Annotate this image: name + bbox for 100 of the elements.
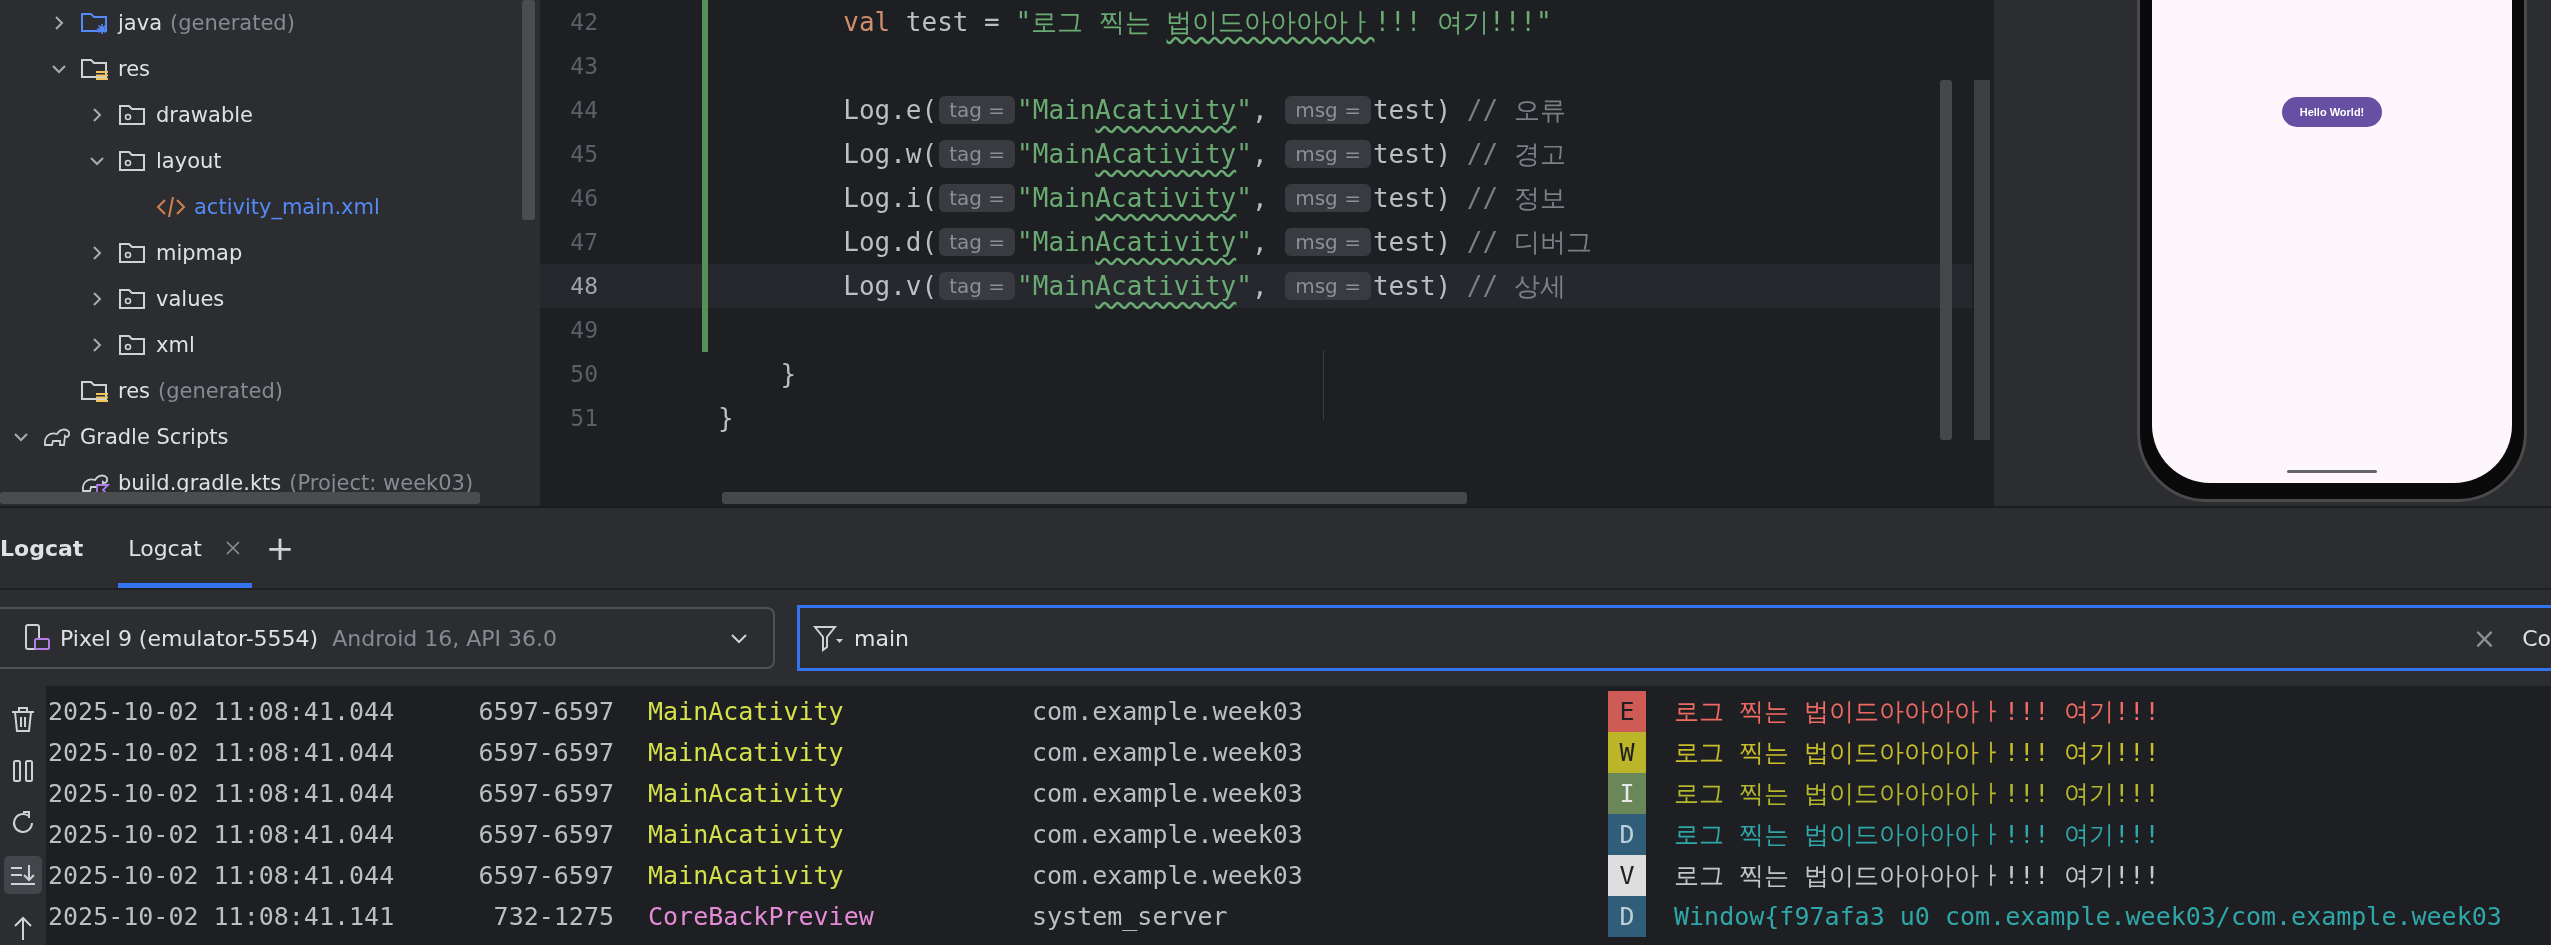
folder-icon (118, 240, 148, 266)
folder-name[interactable]: xml (156, 333, 195, 357)
line-number: 45 (569, 141, 598, 167)
toolbar-button[interactable]: Co (2522, 625, 2551, 651)
line-number: 49 (569, 317, 598, 343)
line-number: 47 (569, 229, 598, 255)
code-text: "MainAcativity", (1017, 271, 1269, 301)
line-number: 51 (569, 405, 598, 431)
filter-field[interactable]: main × Co (797, 605, 2551, 671)
scrollbar[interactable] (1974, 80, 1990, 440)
file-name[interactable]: activity_main.xml (194, 195, 380, 219)
folder-name[interactable]: res (118, 379, 151, 403)
log-pid: 6597-6597 (477, 738, 615, 767)
folder-name[interactable]: values (156, 287, 225, 311)
folder-icon (118, 332, 148, 358)
line-number: 50 (569, 361, 598, 387)
logcat-tab[interactable]: Logcat (118, 508, 252, 588)
panel-title: Logcat (0, 535, 84, 561)
hello-button[interactable]: Hello World! (2281, 97, 2383, 127)
code-text: } (718, 403, 734, 433)
log-tag: MainAcativity (648, 861, 1032, 890)
filter-icon (812, 623, 844, 653)
code-text: "MainAcativity", (1017, 95, 1269, 125)
folder-name[interactable]: Gradle Scripts (80, 425, 229, 449)
log-message: Window{f97afa3 u0 com.example.week03/com.example.week03 (1673, 902, 2503, 931)
code-text: test) // 정보 (1372, 181, 1566, 215)
log-message: 로그 찍는 법이드아아아아ㅏ!!! 여기!!! (1673, 778, 2161, 810)
parameter-hint: tag = (939, 96, 1016, 124)
line-number: 46 (569, 185, 598, 211)
device-dropdown[interactable]: Pixel 9 (emulator-5554) Android 16, API 36.0 (0, 607, 775, 669)
log-tag: MainAcativity (648, 697, 1032, 726)
code-text: "MainAcativity", (1017, 227, 1269, 257)
parameter-hint: tag = (939, 184, 1016, 212)
log-package: com.example.week03 (1032, 861, 1304, 890)
log-level-badge: E (1608, 691, 1646, 732)
log-level-badge: D (1608, 896, 1646, 937)
parameter-hint: msg = (1285, 96, 1371, 124)
log-level-badge: W (1608, 732, 1646, 773)
line-number: 48 (569, 273, 598, 299)
clear-button[interactable]: × (2472, 621, 2497, 655)
folder-icon (118, 102, 148, 128)
device-icon (22, 623, 52, 653)
close-icon[interactable] (223, 539, 242, 557)
folder-name[interactable]: mipmap (156, 241, 243, 265)
line-number: 44 (569, 97, 598, 123)
scrollbar[interactable] (1940, 80, 1952, 440)
log-package: com.example.week03 (1032, 820, 1304, 849)
log-message: 로그 찍는 법이드아아아아ㅏ!!! 여기!!! (1673, 696, 2161, 728)
log-time: 2025-10-02 11:08:41.044 (48, 820, 396, 849)
log-package: com.example.week03 (1032, 779, 1304, 808)
log-time: 2025-10-02 11:08:41.044 (48, 779, 396, 808)
code-text: } (779, 359, 797, 389)
folder-name[interactable]: drawable (156, 103, 253, 127)
scrollbar[interactable] (722, 492, 1467, 504)
code-text: Log.w( (842, 139, 938, 169)
scrollbar[interactable] (0, 492, 480, 504)
log-pid: 6597-6597 (477, 779, 615, 808)
add-tab-button[interactable]: + (265, 528, 295, 568)
folder-name[interactable]: java (118, 11, 162, 35)
resource-folder-icon (80, 56, 110, 82)
log-time: 2025-10-02 11:08:41.141 (48, 902, 396, 931)
file-name[interactable]: build.gradle.kts (118, 471, 282, 495)
folder-icon (118, 148, 148, 174)
log-tag: MainAcativity (648, 738, 1032, 767)
folder-name[interactable]: res (118, 57, 151, 81)
code-text: val test = "로그 찍는 법이드아아아아ㅏ!!! 여기!!!" (842, 5, 1552, 39)
code-text: Log.d( (842, 227, 938, 257)
folder-icon (118, 286, 148, 312)
resource-folder-icon (80, 378, 110, 404)
code-text: test) // 경고 (1372, 137, 1566, 171)
line-number: 43 (569, 53, 598, 79)
log-tag: MainAcativity (648, 820, 1032, 849)
parameter-hint: msg = (1285, 228, 1371, 256)
log-time: 2025-10-02 11:08:41.044 (48, 861, 396, 890)
scrollbar[interactable] (522, 0, 535, 220)
code-text: "MainAcativity", (1017, 139, 1269, 169)
log-package: com.example.week03 (1032, 697, 1304, 726)
parameter-hint: tag = (939, 228, 1016, 256)
code-text: test) // 상세 (1372, 269, 1566, 303)
code-text: Log.e( (842, 95, 938, 125)
log-level-badge: I (1608, 773, 1646, 814)
code-tag-icon (156, 194, 186, 220)
log-level-badge: V (1608, 855, 1646, 896)
log-tag: CoreBackPreview (648, 902, 1032, 931)
parameter-hint: msg = (1285, 184, 1371, 212)
log-message: 로그 찍는 법이드아아아아ㅏ!!! 여기!!! (1673, 819, 2161, 851)
tree-note: (Project: week03) (289, 471, 474, 495)
log-package: system_server (1032, 902, 1229, 931)
log-time: 2025-10-02 11:08:41.044 (48, 738, 396, 767)
log-time: 2025-10-02 11:08:41.044 (48, 697, 396, 726)
parameter-hint: msg = (1285, 140, 1371, 168)
folder-name[interactable]: layout (156, 149, 222, 173)
parameter-hint: msg = (1285, 272, 1371, 300)
code-text: "MainAcativity", (1017, 183, 1269, 213)
parameter-hint: tag = (939, 140, 1016, 168)
log-pid: 6597-6597 (477, 697, 615, 726)
log-pid: 6597-6597 (477, 861, 615, 890)
log-pid: 6597-6597 (477, 820, 615, 849)
code-text: Log.i( (842, 183, 938, 213)
log-message: 로그 찍는 법이드아아아아ㅏ!!! 여기!!! (1673, 737, 2161, 769)
